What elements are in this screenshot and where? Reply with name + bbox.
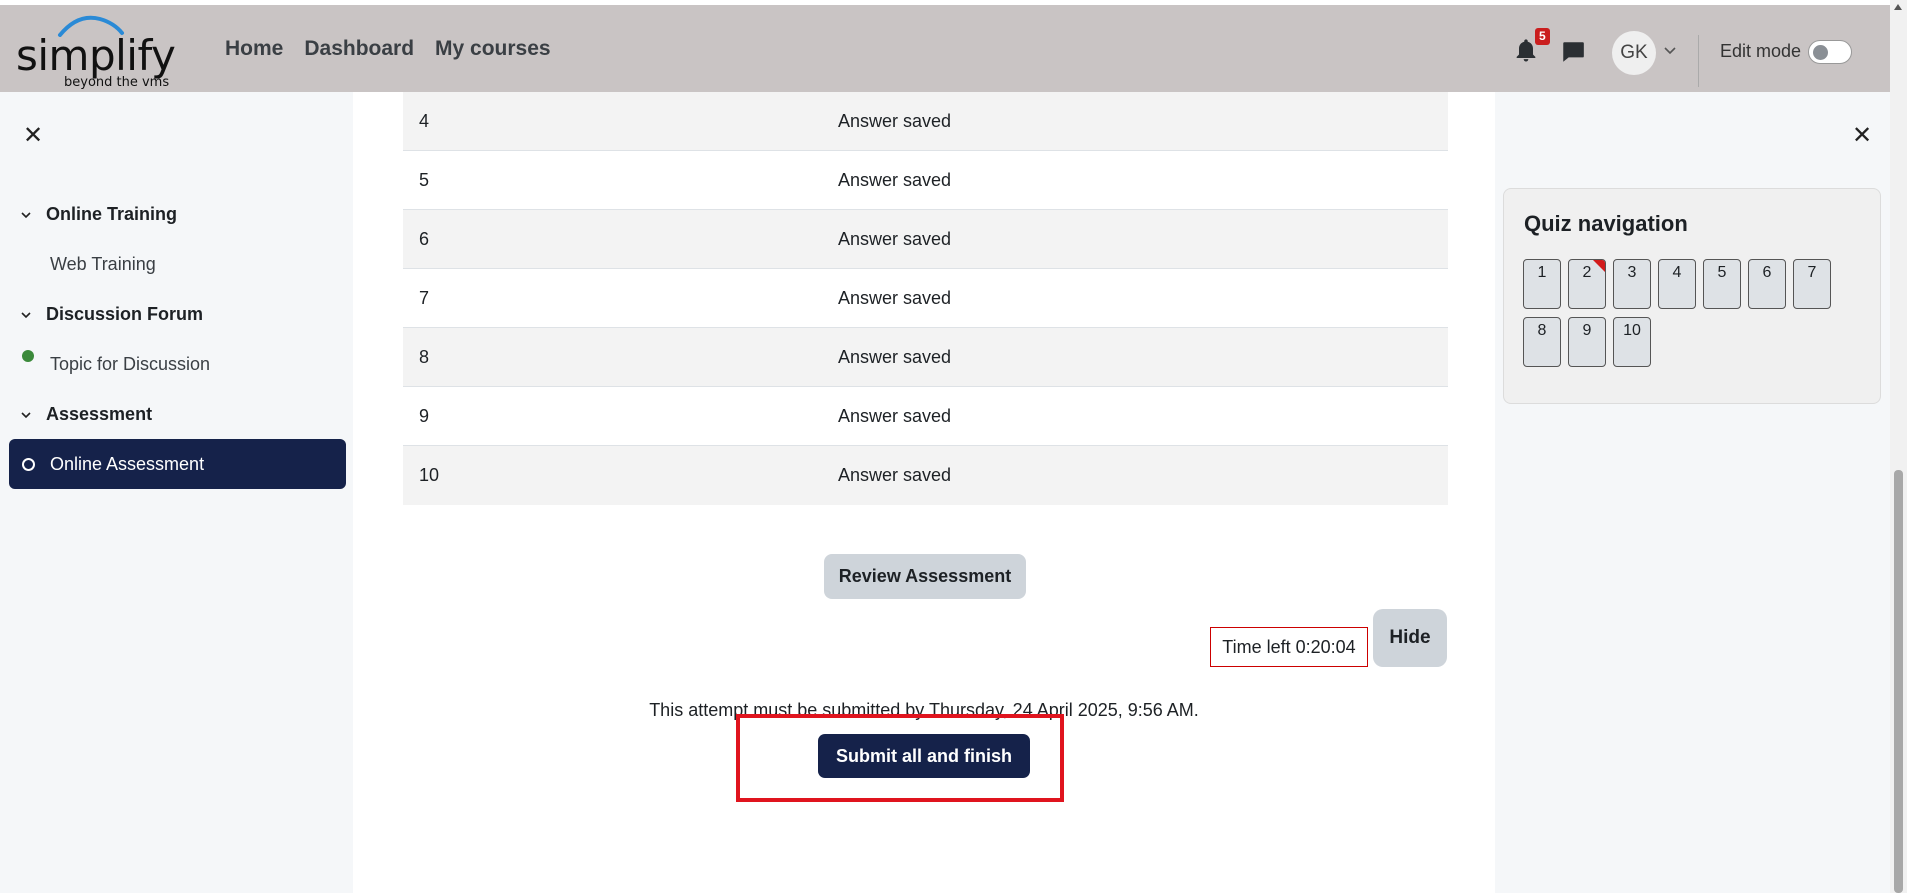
section-title: Assessment [46,404,153,424]
messages-chat-icon[interactable] [1560,39,1586,65]
avatar-initials: GK [1620,42,1648,63]
flagged-question-icon [1592,260,1605,273]
table-row: 9 Answer saved [403,387,1448,446]
attempt-summary-table: 4 Answer saved 5 Answer saved 6 Answer s… [403,92,1448,505]
question-number-label: 9 [1582,322,1592,339]
question-number[interactable]: 7 [403,288,838,309]
question-status: Answer saved [838,346,952,367]
chevron-down-icon[interactable] [20,209,32,221]
quiz-navigation-title: Quiz navigation [1524,211,1688,236]
quiz-nav-button-9[interactable]: 9 [1568,317,1606,367]
table-row: 6 Answer saved [403,210,1448,269]
question-number-label: 10 [1623,322,1641,339]
main-content: 4 Answer saved 5 Answer saved 6 Answer s… [353,92,1495,893]
top-navbar: simplify beyond the vms Home Dashboard M… [0,5,1890,92]
brand-logo[interactable]: simplify beyond the vms [16,13,186,90]
section-assessment[interactable]: Assessment [20,404,152,425]
incomplete-circle-icon [22,458,35,471]
quiz-nav-button-8[interactable]: 8 [1523,317,1561,367]
question-number-label: 7 [1807,264,1817,281]
table-row: 8 Answer saved [403,328,1448,387]
time-left-timer: Time left 0:20:04 [1210,627,1368,667]
section-title: Online Training [46,204,178,224]
course-index-drawer: ✕ Online Training Web Training Discussio… [0,92,353,893]
quiz-nav-button-3[interactable]: 3 [1613,259,1651,309]
chevron-down-icon[interactable] [20,409,32,421]
nav-link-my-courses[interactable]: My courses [435,37,551,61]
course-item-topic-for-discussion[interactable]: Topic for Discussion [50,354,210,375]
completed-dot-icon [22,350,34,362]
navbar-divider [1698,35,1699,87]
quiz-nav-button-5[interactable]: 5 [1703,259,1741,309]
chevron-down-icon[interactable] [20,309,32,321]
notifications-count-badge: 5 [1535,28,1550,45]
section-online-training[interactable]: Online Training [20,204,177,225]
close-quiz-navigation-icon[interactable]: ✕ [1852,124,1872,148]
scroll-up-arrow-icon[interactable] [1894,4,1902,10]
question-number-label: 6 [1762,264,1772,281]
section-discussion-forum[interactable]: Discussion Forum [20,304,203,325]
highlight-annotation-box [736,714,1064,802]
question-status: Answer saved [838,169,952,190]
question-number-label: 8 [1537,322,1547,339]
table-row: 5 Answer saved [403,151,1448,210]
section-title: Discussion Forum [46,304,204,324]
page-scrollbar[interactable] [1890,0,1907,893]
nav-link-home[interactable]: Home [225,37,283,61]
brand-tagline: beyond the vms [64,75,170,90]
quiz-navigation-block: Quiz navigation 1 2 3 4 5 6 7 8 9 10 [1503,188,1881,404]
table-row: 7 Answer saved [403,269,1448,328]
question-number[interactable]: 9 [403,406,838,427]
question-status: Answer saved [838,287,952,308]
hide-timer-button[interactable]: Hide [1373,609,1447,667]
quiz-nav-button-10[interactable]: 10 [1613,317,1651,367]
scrollbar-thumb[interactable] [1894,470,1903,893]
question-status: Answer saved [838,110,952,131]
quiz-nav-button-2[interactable]: 2 [1568,259,1606,309]
quiz-navigation-drawer: ✕ Quiz navigation 1 2 3 4 5 6 7 8 9 10 [1495,92,1890,893]
nav-link-dashboard[interactable]: Dashboard [304,37,414,61]
question-number[interactable]: 8 [403,347,838,368]
question-number-label: 3 [1627,264,1637,281]
question-status: Answer saved [838,228,952,249]
question-status: Answer saved [838,465,952,485]
question-number[interactable]: 5 [403,170,838,191]
course-item-online-assessment[interactable]: Online Assessment [9,439,346,489]
close-course-index-icon[interactable]: ✕ [23,124,43,148]
edit-mode-toggle[interactable] [1808,40,1852,64]
question-number-label: 5 [1717,264,1727,281]
brand-name: simplify [16,31,176,80]
course-item-label: Online Assessment [50,453,205,474]
quiz-nav-button-7[interactable]: 7 [1793,259,1831,309]
review-assessment-button[interactable]: Review Assessment [824,554,1026,599]
question-number[interactable]: 4 [403,111,838,132]
question-number[interactable]: 6 [403,229,838,250]
table-row: 10 Answer saved [403,446,1448,505]
quiz-nav-button-1[interactable]: 1 [1523,259,1561,309]
question-status: Answer saved [838,405,952,426]
quiz-nav-button-4[interactable]: 4 [1658,259,1696,309]
table-row: 4 Answer saved [403,92,1448,151]
toggle-knob [1813,45,1828,60]
course-item-web-training[interactable]: Web Training [50,254,156,275]
chevron-down-icon[interactable] [1664,47,1676,55]
edit-mode-label: Edit mode [1720,41,1802,61]
user-avatar[interactable]: GK [1612,31,1656,75]
quiz-nav-button-6[interactable]: 6 [1748,259,1786,309]
question-number-label: 4 [1672,264,1682,281]
question-number-label: 2 [1582,264,1592,281]
primary-navigation: Home Dashboard My courses [225,5,551,92]
question-number[interactable]: 10 [403,465,838,486]
question-number-label: 1 [1537,264,1547,281]
